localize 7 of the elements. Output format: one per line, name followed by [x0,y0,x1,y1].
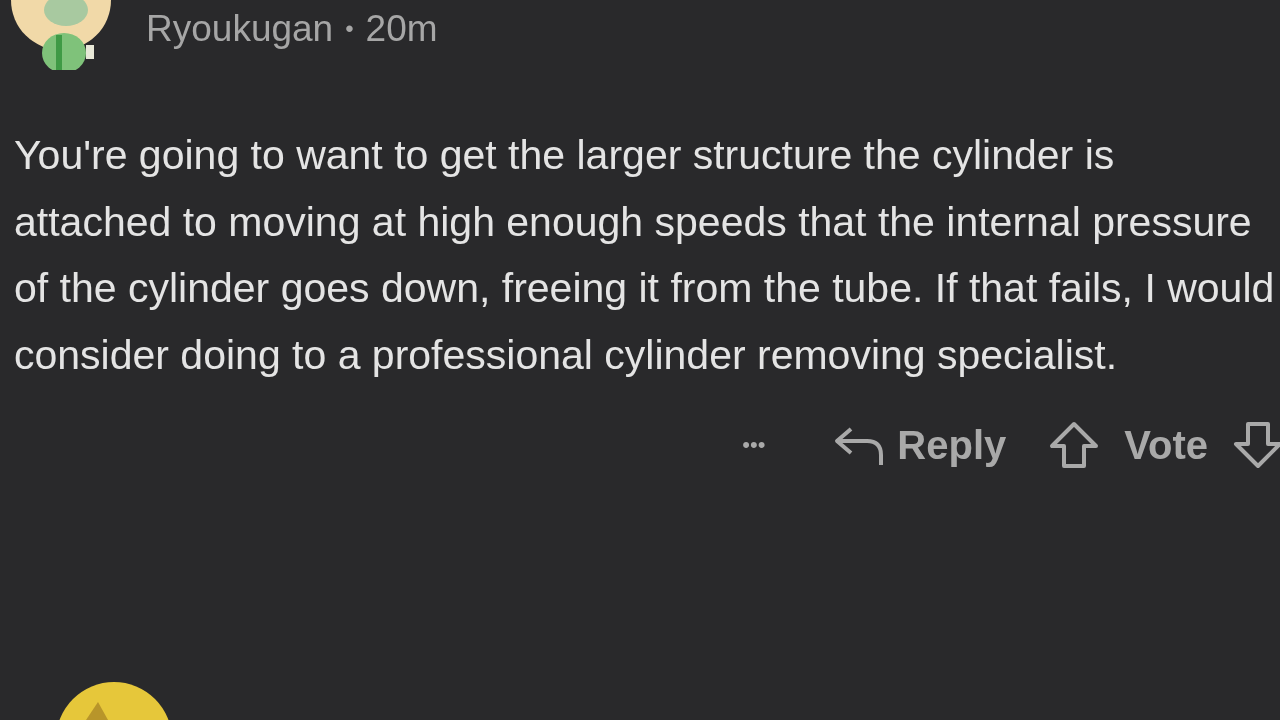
username[interactable]: Ryoukugan [146,8,334,50]
reply-button[interactable]: Reply [831,422,1007,468]
more-button[interactable]: ••• [742,432,766,458]
vote-count: Vote [1124,422,1208,468]
separator-dot: • [345,15,354,43]
comment-text: You're going to want to get the larger structure the cylinder is attached to moving at high enough speeds that the internal pressure of the cylinder goes down, freeing it from the tube. If that fails, I would consider doing to a professional cylinder removing specialist. [14,131,1276,380]
timestamp: 20m [365,8,438,50]
